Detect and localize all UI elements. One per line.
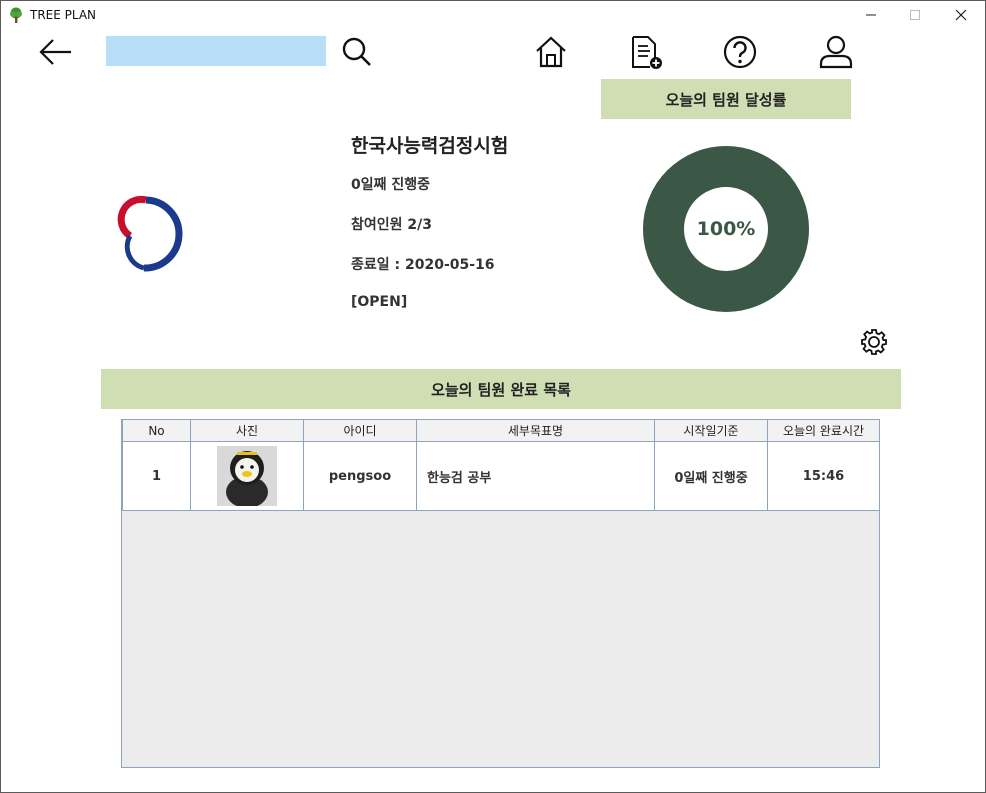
exam-logo xyxy=(117,195,183,272)
back-button[interactable] xyxy=(38,36,74,68)
table-row[interactable]: 1 pengsoo 한능검 공부 0일째 진행중 15:46 xyxy=(122,441,880,511)
document-add-icon xyxy=(632,36,662,69)
title-bar: TREE PLAN xyxy=(0,0,986,30)
completion-list-header: 오늘의 팀원 완료 목록 xyxy=(101,369,901,409)
user-button[interactable] xyxy=(818,34,854,70)
group-progress: 0일째 진행중 xyxy=(351,177,431,193)
back-arrow-icon xyxy=(39,39,71,65)
column-header-photo[interactable]: 사진 xyxy=(190,420,304,442)
app-title: TREE PLAN xyxy=(30,8,97,22)
home-button[interactable] xyxy=(533,34,569,70)
cell-no: 1 xyxy=(122,441,191,511)
gear-icon xyxy=(861,329,887,355)
help-button[interactable] xyxy=(722,34,758,70)
group-members: 참여인원 2/3 xyxy=(351,217,432,233)
minimize-button[interactable] xyxy=(848,0,894,30)
cell-since: 0일째 진행중 xyxy=(654,441,768,511)
minimize-icon xyxy=(866,14,876,16)
search-icon xyxy=(342,37,371,66)
maximize-button[interactable] xyxy=(892,0,938,30)
close-icon xyxy=(955,9,967,21)
search-button[interactable] xyxy=(340,36,374,68)
cell-time: 15:46 xyxy=(767,441,880,511)
cell-id: pengsoo xyxy=(303,441,417,511)
help-icon xyxy=(723,35,757,69)
add-document-button[interactable] xyxy=(628,34,664,70)
group-status: [OPEN] xyxy=(351,294,408,310)
tree-icon xyxy=(10,7,22,23)
close-button[interactable] xyxy=(938,0,984,30)
maximize-icon xyxy=(910,10,920,20)
column-header-no[interactable]: No xyxy=(122,420,191,442)
table-header-row: No 사진 아이디 세부목표명 시작일기준 오늘의 완료시간 xyxy=(122,420,880,442)
achievement-percent: 100% xyxy=(696,218,756,240)
column-header-id[interactable]: 아이디 xyxy=(303,420,417,442)
cell-photo xyxy=(190,441,304,511)
completion-table: No 사진 아이디 세부목표명 시작일기준 오늘의 완료시간 1 pengsoo… xyxy=(121,419,880,768)
settings-button[interactable] xyxy=(860,328,888,356)
home-icon xyxy=(536,36,566,68)
column-header-time[interactable]: 오늘의 완료시간 xyxy=(767,420,880,442)
user-icon xyxy=(819,35,853,69)
search-input[interactable] xyxy=(106,36,326,66)
column-header-goal[interactable]: 세부목표명 xyxy=(416,420,655,442)
cell-goal: 한능검 공부 xyxy=(416,441,655,511)
column-header-since[interactable]: 시작일기준 xyxy=(654,420,768,442)
achievement-header: 오늘의 팀원 달성률 xyxy=(601,79,851,119)
group-title: 한국사능력검정시험 xyxy=(351,135,509,157)
group-end-date: 종료일 : 2020-05-16 xyxy=(351,257,495,273)
member-photo xyxy=(217,446,277,506)
